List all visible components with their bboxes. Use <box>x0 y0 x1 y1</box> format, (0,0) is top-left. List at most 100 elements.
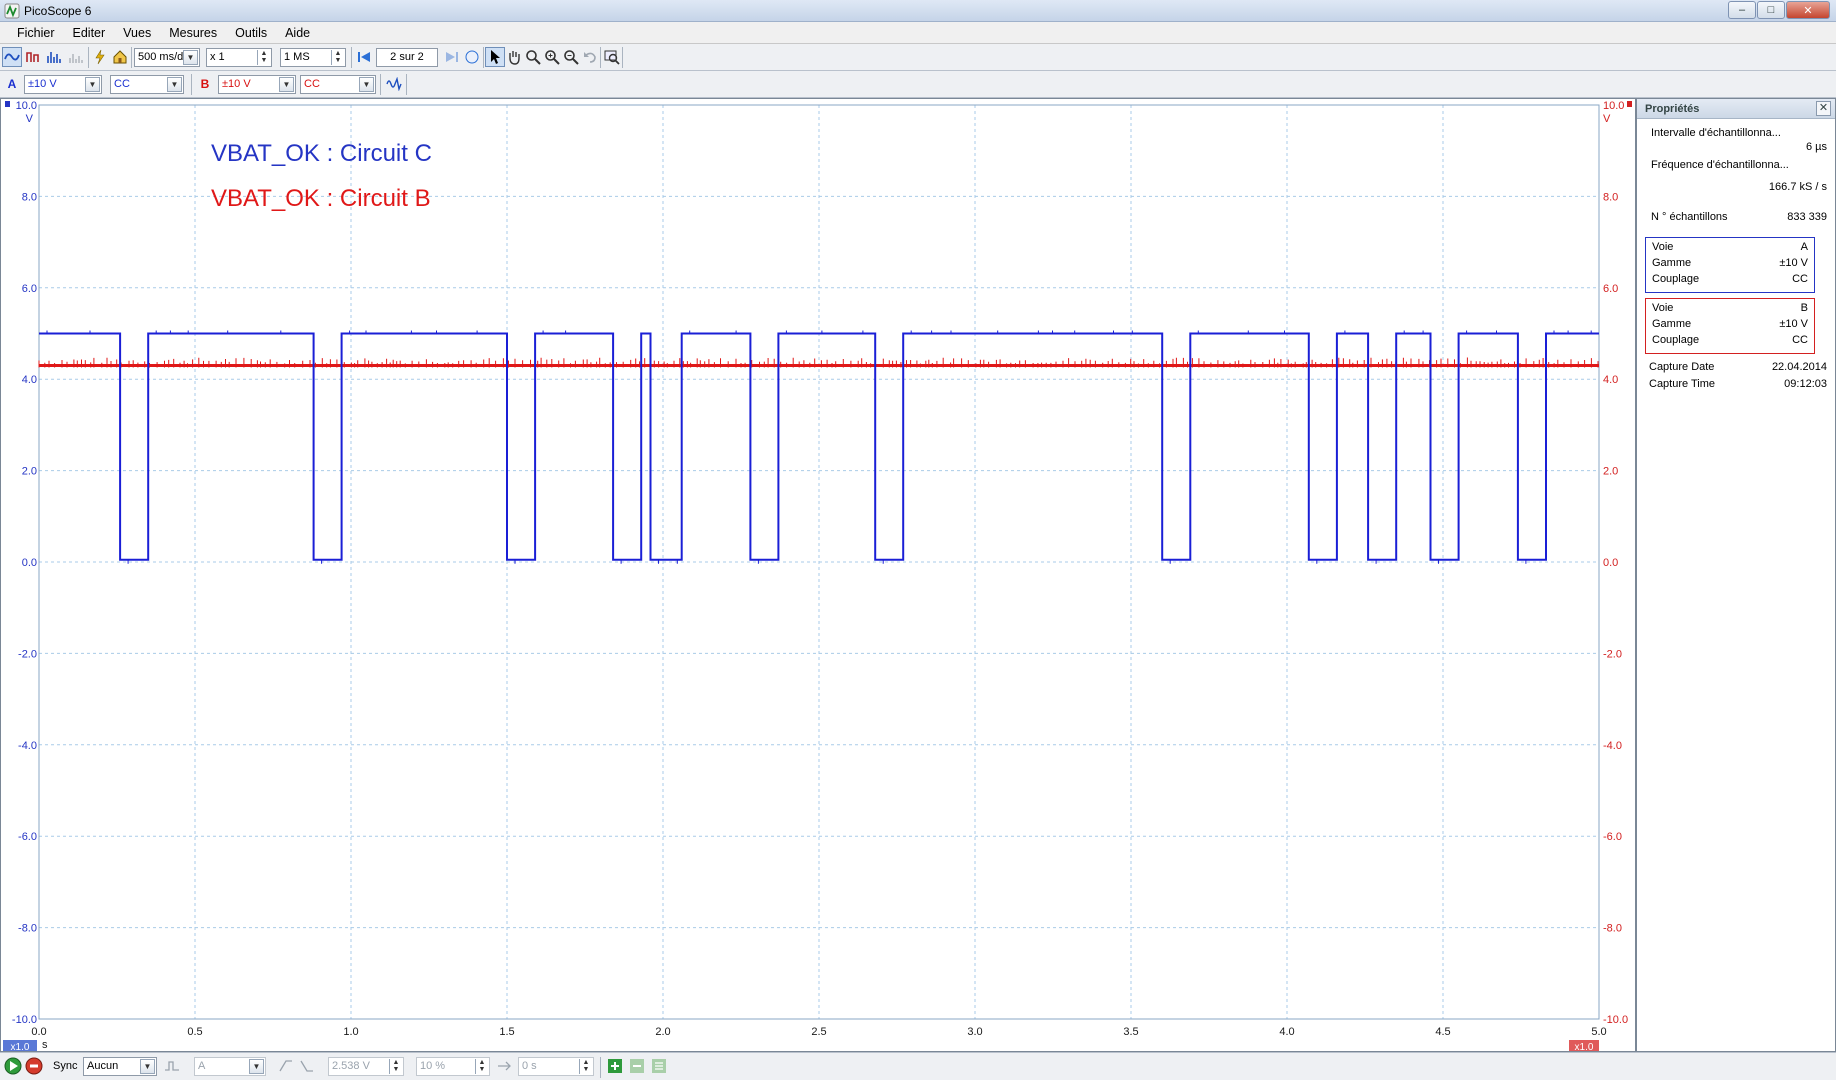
undo-zoom-icon[interactable] <box>580 47 600 67</box>
buffer-position: 2 sur 2 <box>390 51 424 63</box>
x-tick-label: 1.0 <box>343 1026 358 1038</box>
annotation-label: VBAT_OK : Circuit C <box>211 140 432 167</box>
channel-a-options-button[interactable]: A <box>2 74 22 94</box>
first-buffer-icon[interactable] <box>354 47 374 67</box>
menu-editer[interactable]: Editer <box>64 26 115 40</box>
scope-chart[interactable]: 10.0 8.0 6.0 4.0 2.0 0.0 -2.0 -4.0 -6.0 -8.0 -10.0… <box>1 99 1635 1051</box>
gamme-value: ±10 V <box>1779 257 1808 269</box>
zoom-overview-icon[interactable] <box>602 47 622 67</box>
trigger-delay-spinner[interactable]: 0 s ▲ ▼ <box>518 1057 594 1076</box>
picoscope-app-icon <box>4 3 20 19</box>
capture-date-value: 22.04.2014 <box>1771 361 1827 373</box>
x-tick-label: 0.5 <box>187 1026 202 1038</box>
sample-interval-value: 6 µs <box>1805 141 1827 153</box>
channel-a-range-select[interactable]: ±10 V ▼ <box>24 75 102 94</box>
menu-outils[interactable]: Outils <box>226 26 276 40</box>
channel-b-coupling-select[interactable]: CC ▼ <box>300 75 376 94</box>
menu-aide[interactable]: Aide <box>276 26 319 40</box>
remove-ruler-icon[interactable] <box>627 1056 647 1076</box>
y-tick-label-right: -10.0 <box>1603 1014 1628 1026</box>
stop-icon[interactable] <box>24 1056 44 1076</box>
axes: 10.0 8.0 6.0 4.0 2.0 0.0 -2.0 -4.0 -6.0 -8.0 -10.0… <box>3 100 1632 1051</box>
trigger-source-select[interactable]: A ▼ <box>194 1057 266 1076</box>
next-buffer-icon[interactable] <box>442 47 462 67</box>
spin-arrows-icon: ▲ ▼ <box>389 1059 402 1074</box>
properties-title: Propriétés <box>1645 103 1700 115</box>
zoom-factor-spinner[interactable]: x 1 ▲ ▼ <box>206 48 272 67</box>
y-unit-right: V <box>1603 113 1611 125</box>
gamme-value: ±10 V <box>1779 318 1808 330</box>
y-tick-label-right: 6.0 <box>1603 283 1618 295</box>
x-tick-label: 1.5 <box>499 1026 514 1038</box>
zoom-out-icon[interactable] <box>561 47 581 67</box>
couplage-label: Couplage <box>1652 273 1700 285</box>
menu-vues[interactable]: Vues <box>114 26 160 40</box>
channel-a-coupling-select[interactable]: CC ▼ <box>110 75 184 94</box>
buffer-navigator[interactable]: 2 sur 2 <box>376 48 438 67</box>
trigger-label: Sync <box>53 1060 78 1072</box>
x-tick-label: 2.5 <box>811 1026 826 1038</box>
sample-count-spinner[interactable]: 1 MS ▲ ▼ <box>280 48 346 67</box>
spectrum-mode-icon[interactable] <box>44 47 64 67</box>
channel-b-marker <box>1627 101 1632 107</box>
scope-view[interactable]: 10.0 8.0 6.0 4.0 2.0 0.0 -2.0 -4.0 -6.0 -8.0 -10.0… <box>0 98 1636 1052</box>
timebase-select[interactable]: 500 ms/div ▼ <box>134 48 200 67</box>
trigger-delay-icon[interactable] <box>494 1056 514 1076</box>
trigger-mode-value: Aucun <box>87 1060 119 1072</box>
y-tick-label-right: 4.0 <box>1603 374 1618 386</box>
spin-arrows-icon: ▲ ▼ <box>475 1059 488 1074</box>
y-tick-label-right: -2.0 <box>1603 648 1622 660</box>
trigger-delay-value: 0 s <box>522 1060 537 1072</box>
close-window-button[interactable]: ✕ <box>1786 1 1830 19</box>
chevron-down-icon: ▼ <box>167 77 182 92</box>
advanced-trigger-icon[interactable] <box>162 1056 182 1076</box>
voie-label: Voie <box>1652 302 1674 314</box>
pointer-tool-icon[interactable] <box>485 47 505 67</box>
channel-b-range: ±10 V <box>222 78 251 90</box>
sample-interval-row: Intervalle d'échantillonna... <box>1651 127 1827 139</box>
run-icon[interactable] <box>3 1056 23 1076</box>
spin-arrows-icon: ▲ ▼ <box>257 50 270 65</box>
trigger-mode-select[interactable]: Aucun ▼ <box>83 1057 157 1076</box>
x-tick-label: 0.0 <box>31 1026 46 1038</box>
chevron-down-icon: ▼ <box>249 1059 264 1074</box>
annotation-label: VBAT_OK : Circuit B <box>211 185 431 212</box>
sample-count-label: N ° échantillons <box>1651 211 1728 223</box>
serial-decode-icon[interactable] <box>66 47 86 67</box>
falling-edge-icon[interactable] <box>297 1056 317 1076</box>
maximize-button[interactable]: □ <box>1757 1 1785 19</box>
capture-date-label: Capture Date <box>1649 361 1715 373</box>
menu-mesures[interactable]: Mesures <box>160 26 226 40</box>
home-icon[interactable] <box>110 47 130 67</box>
x-tick-label: 5.0 <box>1591 1026 1606 1038</box>
chevron-down-icon: ▼ <box>183 50 198 65</box>
spin-arrows-icon: ▲ ▼ <box>331 50 344 65</box>
zoom-badge-left: x1.0 <box>11 1042 30 1051</box>
rising-edge-icon[interactable] <box>276 1056 296 1076</box>
add-ruler-icon[interactable] <box>605 1056 625 1076</box>
trigger-toolbar: Sync Aucun ▼ A ▼ 2.538 V ▲ ▼ 10 % ▲ ▼ 0 s … <box>0 1052 1836 1080</box>
channel-b-range-select[interactable]: ±10 V ▼ <box>218 75 296 94</box>
main-toolbar: 500 ms/div ▼ x 1 ▲ ▼ 1 MS ▲ ▼ 2 sur 2 <box>0 44 1836 71</box>
pre-trigger-spinner[interactable]: 10 % ▲ ▼ <box>416 1057 490 1076</box>
sample-interval-label: Intervalle d'échantillonna... <box>1651 127 1781 139</box>
minimize-button[interactable]: – <box>1728 1 1756 19</box>
trigger-threshold-spinner[interactable]: 2.538 V ▲ ▼ <box>328 1057 404 1076</box>
menu-bar: Fichier Editer Vues Mesures Outils Aide <box>0 22 1836 44</box>
zoom-in-icon[interactable] <box>542 47 562 67</box>
persistence-mode-icon[interactable] <box>23 47 43 67</box>
channel-a-coupling: CC <box>114 78 130 90</box>
menu-fichier[interactable]: Fichier <box>8 26 64 40</box>
scope-mode-icon[interactable] <box>2 47 22 67</box>
navigator-icon[interactable] <box>462 47 482 67</box>
auto-setup-icon[interactable] <box>90 47 110 67</box>
signal-generator-icon[interactable] <box>384 74 404 94</box>
zoom-area-icon[interactable] <box>523 47 543 67</box>
ruler-settings-icon[interactable] <box>649 1056 669 1076</box>
close-icon[interactable]: ✕ <box>1816 101 1831 116</box>
x-tick-label: 3.0 <box>967 1026 982 1038</box>
trigger-threshold-value: 2.538 V <box>332 1060 370 1072</box>
window-title: PicoScope 6 <box>24 4 92 18</box>
channel-b-options-button[interactable]: B <box>195 74 215 94</box>
hand-tool-icon[interactable] <box>504 47 524 67</box>
